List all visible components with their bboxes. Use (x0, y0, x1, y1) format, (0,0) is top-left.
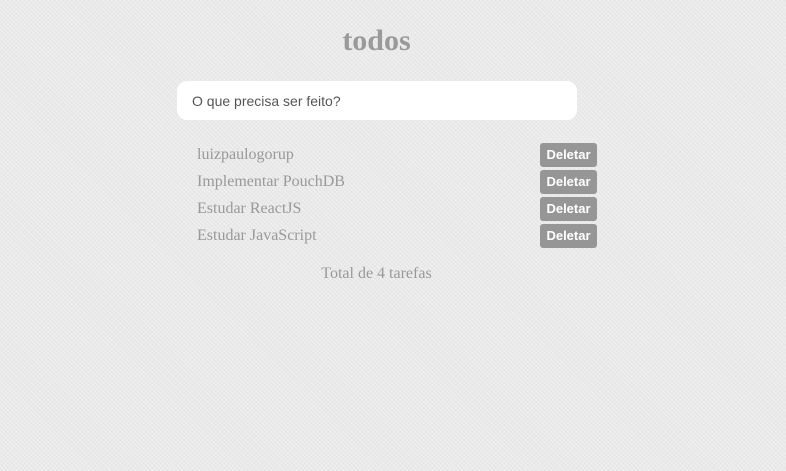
todo-item: Estudar JavaScript Deletar (197, 222, 597, 249)
delete-button[interactable]: Deletar (540, 197, 597, 221)
todo-list: luizpaulogorup Deletar Implementar Pouch… (197, 141, 597, 249)
todo-item: Implementar PouchDB Deletar (197, 168, 597, 195)
todo-item: luizpaulogorup Deletar (197, 141, 597, 168)
delete-button[interactable]: Deletar (540, 224, 597, 248)
todo-label: Estudar JavaScript (197, 227, 317, 244)
delete-button[interactable]: Deletar (540, 170, 597, 194)
delete-button[interactable]: Deletar (540, 143, 597, 167)
todo-label: Implementar PouchDB (197, 173, 345, 190)
app-title: todos (342, 24, 411, 57)
todo-item: Estudar ReactJS Deletar (197, 195, 597, 222)
todo-count: Total de 4 tarefas (321, 265, 432, 282)
new-todo-input[interactable] (177, 81, 577, 120)
todo-label: Estudar ReactJS (197, 200, 302, 217)
todo-label: luizpaulogorup (197, 146, 294, 163)
